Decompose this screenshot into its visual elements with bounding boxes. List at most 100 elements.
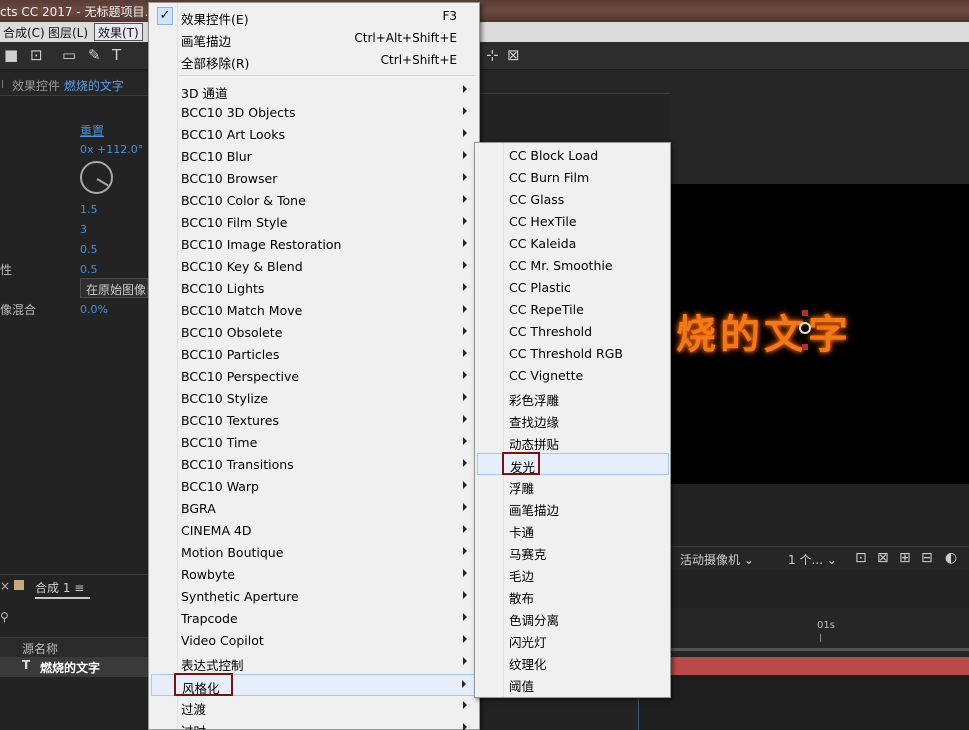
submenu-effect-item[interactable]: CC Block Load <box>477 145 669 167</box>
blend-value[interactable]: 0.0% <box>80 303 108 316</box>
submenu-effect-item[interactable]: 马赛克 <box>477 541 669 563</box>
menu-category-item[interactable]: Synthetic Aperture <box>151 586 477 608</box>
menu-category-item[interactable]: Motion Boutique <box>151 542 477 564</box>
timeline-comp-tab[interactable]: 合成 1 ≡ <box>35 579 84 596</box>
menu-category-item[interactable]: CINEMA 4D <box>151 520 477 542</box>
submenu-effect-item[interactable]: CC Kaleida <box>477 233 669 255</box>
menu-category-item[interactable]: Trapcode <box>151 608 477 630</box>
menu-category-item[interactable]: BCC10 Stylize <box>151 388 477 410</box>
menu-item-remove-all[interactable]: 全部移除(R) Ctrl+Shift+E <box>151 50 477 72</box>
layer-name[interactable]: 燃烧的文字 <box>40 659 100 676</box>
search-icon[interactable]: ⚲ <box>0 610 9 624</box>
menu-category-item[interactable]: BCC10 Image Restoration <box>151 234 477 256</box>
menu-category-item[interactable]: 过渡 <box>151 696 477 718</box>
menu-category-item[interactable]: BCC10 Film Style <box>151 212 477 234</box>
menu-category-item[interactable]: 3D 通道 <box>151 80 477 102</box>
submenu-effect-item[interactable]: 查找边缘 <box>477 409 669 431</box>
menu-lines-icon[interactable]: ≡ <box>74 581 84 595</box>
submenu-effect-label: 散布 <box>509 591 535 606</box>
menu-composition[interactable]: 合成(C) <box>0 24 48 41</box>
time-ruler[interactable]: 01s <box>670 608 969 656</box>
menu-category-item[interactable]: 过时 <box>151 718 477 730</box>
menu-category-item[interactable]: BCC10 Browser <box>151 168 477 190</box>
snap-icon[interactable]: ⊹ <box>486 46 499 64</box>
work-area-bar[interactable] <box>670 648 969 651</box>
menu-layer[interactable]: 图层(L) <box>45 24 91 41</box>
submenu-effect-item[interactable]: 画笔描边 <box>477 497 669 519</box>
submenu-effect-item[interactable]: 阈值 <box>477 673 669 695</box>
submenu-effect-item[interactable]: CC HexTile <box>477 211 669 233</box>
menu-category-item[interactable]: BCC10 Match Move <box>151 300 477 322</box>
effect-controls-tab[interactable]: 效果控件 燃烧的文字 <box>0 72 148 96</box>
layer-duration-bar[interactable] <box>670 657 969 675</box>
submenu-effect-item[interactable]: 纹理化 <box>477 651 669 673</box>
submenu-effect-item[interactable]: CC RepeTile <box>477 299 669 321</box>
type-tool-icon[interactable]: T <box>112 46 121 64</box>
menu-category-item[interactable]: Video Copilot <box>151 630 477 652</box>
effect-controls-layer-name: 燃烧的文字 <box>63 79 124 93</box>
menu-category-item[interactable]: BCC10 Color & Tone <box>151 190 477 212</box>
menu-category-item[interactable]: BCC10 Time <box>151 432 477 454</box>
menu-category-item[interactable]: BCC10 Warp <box>151 476 477 498</box>
layer-handle[interactable] <box>802 344 808 350</box>
menu-effect[interactable]: 效果(T) <box>94 23 143 41</box>
param-value-1[interactable]: 1.5 <box>80 203 98 216</box>
anchor-point-icon[interactable] <box>799 322 811 334</box>
submenu-effect-item[interactable]: 浮雕 <box>477 475 669 497</box>
source-name-column[interactable]: 源名称 <box>22 640 58 657</box>
submenu-effect-item[interactable]: CC Mr. Smoothie <box>477 255 669 277</box>
param-value-3[interactable]: 0.5 <box>80 243 98 256</box>
menu-category-item[interactable]: BCC10 3D Objects <box>151 102 477 124</box>
reset-link[interactable]: 重置 <box>80 122 104 139</box>
menu-category-item[interactable]: 表达式控制 <box>151 652 477 674</box>
submenu-effect-item[interactable]: CC Vignette <box>477 365 669 387</box>
composite-original-select[interactable]: 在原始图像 <box>80 278 148 298</box>
flowchart-icon[interactable]: ⊟ <box>921 550 933 566</box>
submenu-effect-item[interactable]: CC Glass <box>477 189 669 211</box>
submenu-effect-item[interactable]: 色调分离 <box>477 607 669 629</box>
param-value-4[interactable]: 0.5 <box>80 263 98 276</box>
fast-preview-icon[interactable]: ⊠ <box>877 550 889 566</box>
menu-category-item[interactable]: BCC10 Obsolete <box>151 322 477 344</box>
exposure-icon[interactable]: ◐ <box>945 550 957 566</box>
layer-handle[interactable] <box>802 310 808 316</box>
menu-category-item[interactable]: BCC10 Key & Blend <box>151 256 477 278</box>
timeline-layer-row[interactable]: T 燃烧的文字 <box>0 657 148 677</box>
camera-select[interactable]: 活动摄像机 ⌄ <box>680 551 754 568</box>
menu-category-item[interactable]: BCC10 Art Looks <box>151 124 477 146</box>
submenu-effect-item[interactable]: 动态拼贴 <box>477 431 669 453</box>
reset-exposure-icon[interactable]: ⊡ <box>855 550 867 566</box>
param-value-2[interactable]: 3 <box>80 223 87 236</box>
menu-category-item[interactable]: BCC10 Particles <box>151 344 477 366</box>
menu-category-item[interactable]: BCC10 Transitions <box>151 454 477 476</box>
menu-category-item[interactable]: BCC10 Lights <box>151 278 477 300</box>
menu-category-label: CINEMA 4D <box>181 523 252 538</box>
submenu-effect-item[interactable]: 散布 <box>477 585 669 607</box>
menu-category-item[interactable]: Rowbyte <box>151 564 477 586</box>
angle-value[interactable]: 0x +112.0° <box>80 143 143 156</box>
submenu-effect-item[interactable]: CC Burn Film <box>477 167 669 189</box>
menu-category-item[interactable]: BCC10 Blur <box>151 146 477 168</box>
menu-category-item[interactable]: BGRA <box>151 498 477 520</box>
views-select[interactable]: 1 个... ⌄ <box>788 551 837 568</box>
submenu-effect-item[interactable]: CC Plastic <box>477 277 669 299</box>
submenu-effect-item[interactable]: 闪光灯 <box>477 629 669 651</box>
menu-category-item[interactable]: BCC10 Textures <box>151 410 477 432</box>
submenu-effect-item[interactable]: 毛边 <box>477 563 669 585</box>
submenu-effect-item[interactable]: CC Threshold RGB <box>477 343 669 365</box>
submenu-effect-item[interactable]: 卡通 <box>477 519 669 541</box>
rectangle-tool-icon[interactable]: ▭ <box>62 46 76 64</box>
close-icon[interactable]: × <box>0 579 10 593</box>
menu-item-brush-strokes[interactable]: 画笔描边 Ctrl+Alt+Shift+E <box>151 28 477 50</box>
pen-tool-icon[interactable]: ✎ <box>88 46 101 64</box>
timeline-icon[interactable]: ⊞ <box>899 550 911 566</box>
camera-tool-icon[interactable]: ■ <box>4 46 18 64</box>
angle-dial[interactable] <box>80 161 113 194</box>
menu-category-item[interactable]: BCC10 Perspective <box>151 366 477 388</box>
pan-behind-tool-icon[interactable]: ⊡ <box>30 46 43 64</box>
submenu-effect-item[interactable]: CC Threshold <box>477 321 669 343</box>
submenu-effect-item[interactable]: 彩色浮雕 <box>477 387 669 409</box>
menu-item-effect-controls[interactable]: ✓ 效果控件(E) F3 <box>151 6 477 28</box>
submenu-arrow-icon <box>463 129 467 137</box>
grid-icon[interactable]: ⊠ <box>507 46 520 64</box>
